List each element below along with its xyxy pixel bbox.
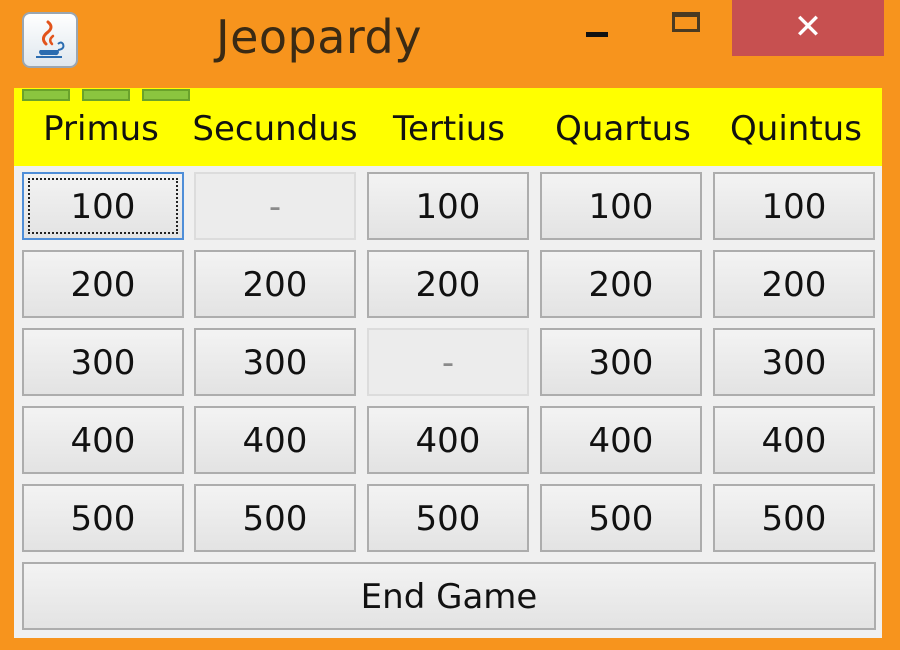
category-header: Quartus — [555, 109, 691, 149]
question-button[interactable]: 400 — [22, 406, 184, 474]
question-button[interactable]: 400 — [713, 406, 875, 474]
category-header: Secundus — [192, 109, 358, 149]
question-button[interactable]: 300 — [194, 328, 356, 396]
question-button[interactable]: 500 — [540, 484, 702, 552]
question-button[interactable]: 500 — [713, 484, 875, 552]
question-button[interactable]: 100 — [367, 172, 529, 240]
end-game-button[interactable]: End Game — [22, 562, 876, 630]
title-bar[interactable]: Jeopardy ✕ — [0, 0, 900, 84]
question-button[interactable]: 100 — [540, 172, 702, 240]
question-button[interactable]: 200 — [367, 250, 529, 318]
window-title: Jeopardy — [216, 10, 422, 64]
question-button[interactable]: 300 — [22, 328, 184, 396]
question-button[interactable]: 500 — [194, 484, 356, 552]
question-button[interactable]: 100 — [22, 172, 184, 240]
question-button[interactable]: 400 — [367, 406, 529, 474]
question-button[interactable]: 200 — [540, 250, 702, 318]
category-header: Tertius — [393, 109, 505, 149]
used-question-button: - — [194, 172, 356, 240]
question-button[interactable]: 500 — [22, 484, 184, 552]
green-mark — [82, 89, 130, 101]
used-question-button: - — [367, 328, 529, 396]
green-mark — [22, 89, 70, 101]
question-button[interactable]: 300 — [540, 328, 702, 396]
category-header: Quintus — [730, 109, 862, 149]
question-button[interactable]: 300 — [713, 328, 875, 396]
question-button[interactable]: 100 — [713, 172, 875, 240]
green-mark — [142, 89, 190, 101]
close-button[interactable]: ✕ — [732, 0, 884, 56]
java-cup-icon[interactable] — [22, 12, 78, 68]
question-button[interactable]: 200 — [22, 250, 184, 318]
question-button[interactable]: 400 — [540, 406, 702, 474]
maximize-button[interactable] — [646, 0, 726, 60]
question-button[interactable]: 200 — [713, 250, 875, 318]
game-board: Primus Secundus Tertius Quartus Quintus … — [14, 88, 882, 638]
jeopardy-window: Jeopardy ✕ Primus Secundus Tertius Quart… — [0, 0, 900, 650]
question-button[interactable]: 500 — [367, 484, 529, 552]
minimize-button[interactable] — [562, 0, 632, 60]
question-button[interactable]: 200 — [194, 250, 356, 318]
question-button[interactable]: 400 — [194, 406, 356, 474]
decoration-marks — [22, 86, 202, 101]
